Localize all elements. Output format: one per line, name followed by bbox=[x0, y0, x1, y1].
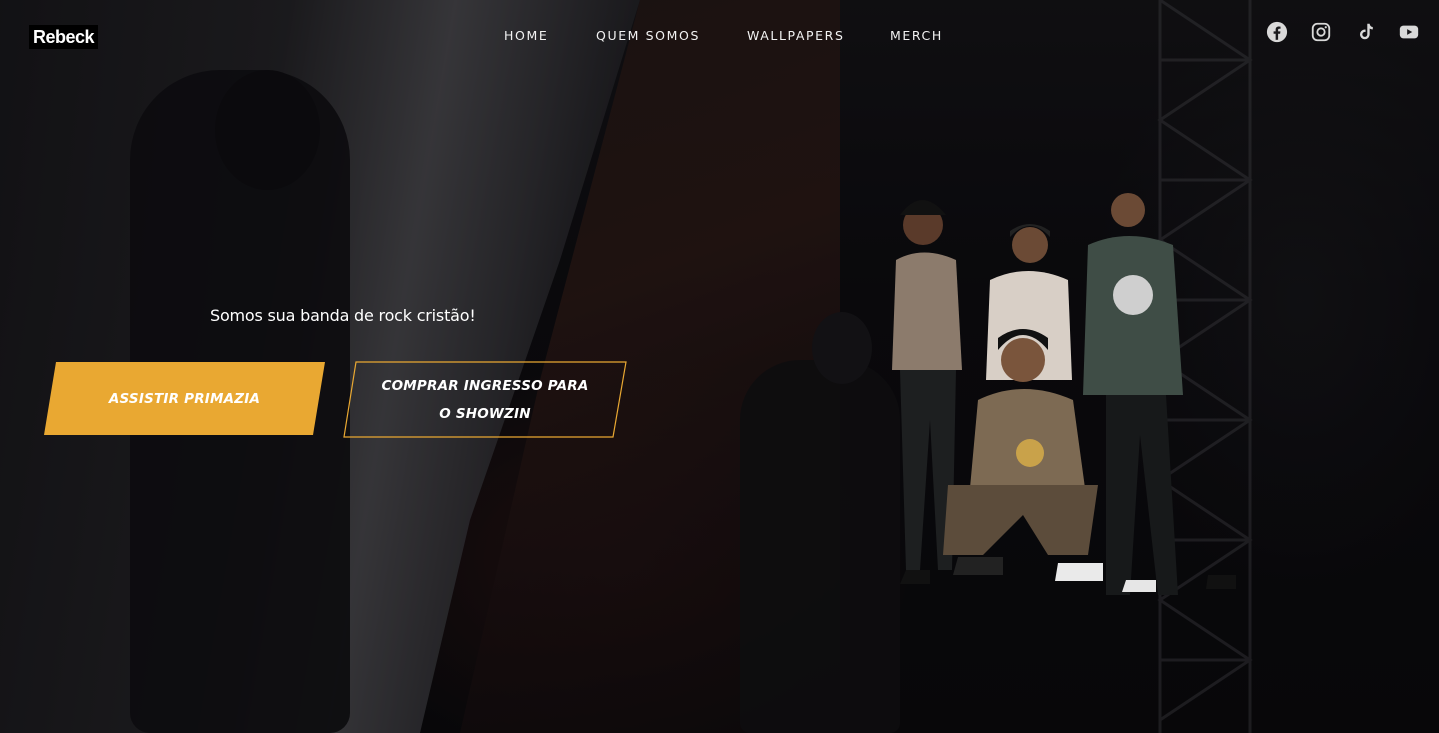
band-photo bbox=[878, 185, 1248, 610]
nav-item-home[interactable]: HOME bbox=[504, 28, 548, 43]
nav-item-merch[interactable]: MERCH bbox=[890, 28, 943, 43]
buy-ticket-label: COMPRAR INGRESSO PARA O SHOWZIN bbox=[381, 377, 589, 422]
watch-primazia-label: ASSISTIR PRIMAZIA bbox=[108, 390, 261, 407]
tiktok-icon[interactable] bbox=[1354, 21, 1378, 45]
hero-tagline: Somos sua banda de rock cristão! bbox=[210, 306, 476, 325]
nav-item-quem-somos[interactable]: QUEM SOMOS bbox=[596, 28, 700, 43]
buy-ticket-button[interactable]: COMPRAR INGRESSO PARA O SHOWZIN bbox=[343, 361, 627, 438]
hero-page: Rebeck HOME QUEM SOMOS WALLPAPERS MERCH … bbox=[0, 0, 1439, 733]
facebook-icon[interactable] bbox=[1266, 21, 1290, 45]
youtube-icon[interactable] bbox=[1398, 21, 1422, 45]
band-member bbox=[1083, 193, 1236, 595]
watch-primazia-button[interactable]: ASSISTIR PRIMAZIA bbox=[44, 362, 325, 435]
site-header: Rebeck HOME QUEM SOMOS WALLPAPERS MERCH bbox=[0, 0, 1439, 72]
nav-item-wallpapers[interactable]: WALLPAPERS bbox=[747, 28, 845, 43]
band-member bbox=[943, 329, 1103, 581]
main-nav: HOME QUEM SOMOS WALLPAPERS MERCH bbox=[0, 28, 1439, 46]
instagram-icon[interactable] bbox=[1310, 21, 1334, 45]
